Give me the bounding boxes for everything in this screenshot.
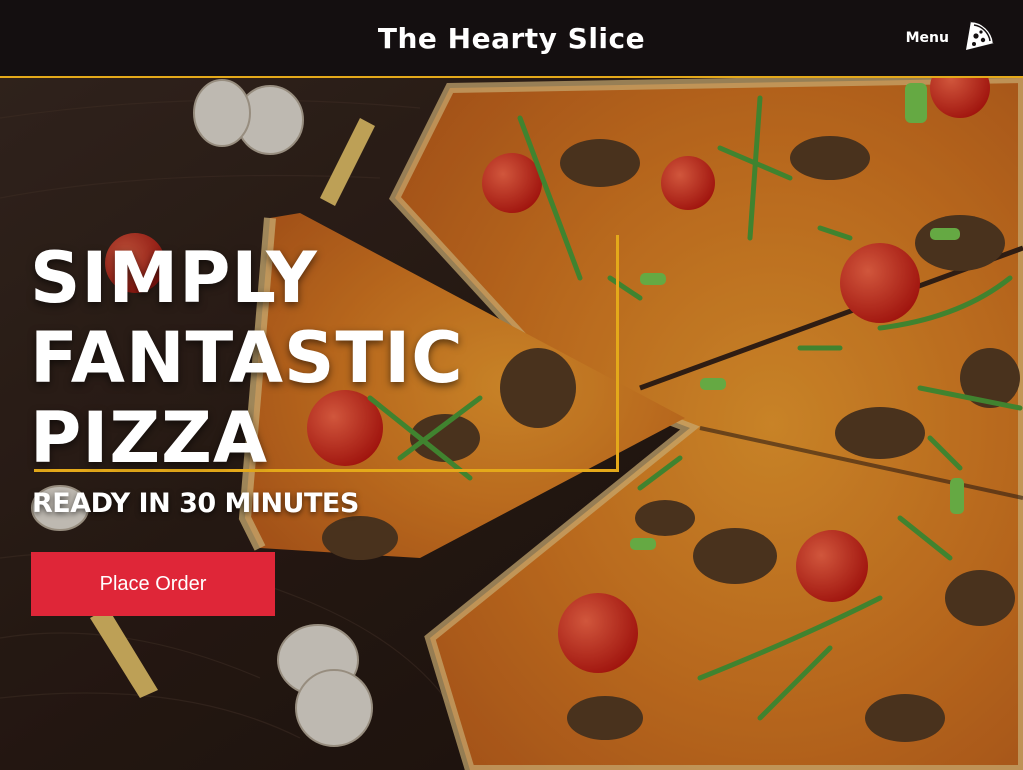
headline-line: PIZZA (30, 397, 269, 479)
headline-line: SIMPLY (30, 237, 318, 319)
headline-line: FANTASTIC (30, 317, 464, 399)
hero-headline: SIMPLY FANTASTIC PIZZA (30, 238, 464, 478)
menu-label: Menu (905, 30, 949, 46)
brand-title[interactable]: The Hearty Slice (0, 22, 1023, 55)
hero-section: SIMPLY FANTASTIC PIZZA READY IN 30 MINUT… (0, 78, 1023, 770)
menu-button[interactable]: Menu (906, 18, 997, 58)
place-order-button[interactable]: Place Order (31, 552, 275, 616)
hero-subline: READY IN 30 MINUTES (32, 488, 359, 519)
site-header: The Hearty Slice Menu (0, 0, 1023, 78)
pizza-slice-icon (963, 19, 997, 57)
